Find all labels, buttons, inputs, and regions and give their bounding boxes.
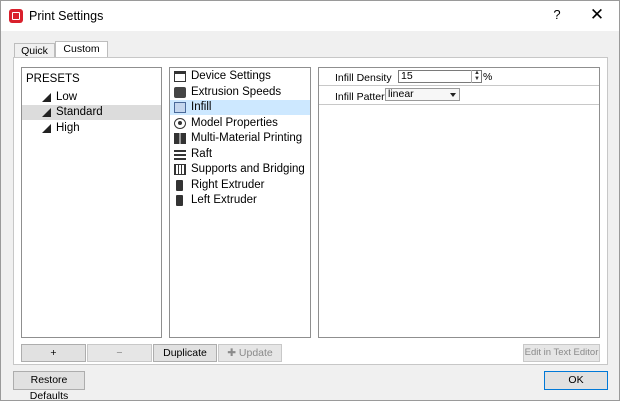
help-button[interactable]: ? [549, 7, 565, 25]
category-label: Device Settings [191, 70, 271, 82]
preset-level-icon [42, 124, 51, 133]
add-preset-button[interactable]: + [21, 344, 86, 362]
tab-quick[interactable]: Quick [14, 43, 55, 57]
infill-density-unit: % [483, 71, 493, 83]
chevron-down-icon [450, 93, 456, 97]
duplicate-button[interactable]: Duplicate [153, 344, 217, 362]
remove-preset-button[interactable]: − [87, 344, 152, 362]
extrusion-speed-icon [174, 87, 186, 98]
preset-label: Low [56, 91, 78, 103]
category-label: Infill [191, 101, 212, 113]
setting-row-infill-pattern: Infill Pattern linear [319, 86, 599, 105]
category-right-extruder[interactable]: Right Extruder [170, 178, 310, 193]
raft-icon [174, 149, 186, 160]
app-logo-icon [9, 9, 23, 23]
category-label: Left Extruder [191, 194, 257, 206]
extruder-icon [176, 195, 183, 206]
window-title: Print Settings [29, 9, 104, 23]
window-icon [174, 71, 186, 82]
supports-icon [174, 164, 186, 175]
category-extrusion-speeds[interactable]: Extrusion Speeds [170, 85, 310, 100]
print-settings-dialog: Print Settings ? ✕ Quick Custom PRESETS … [0, 0, 620, 401]
preset-item-standard[interactable]: Standard [22, 105, 161, 120]
setting-row-infill-density: Infill Density 15 ▲ ▼ % [319, 68, 599, 86]
multi-material-icon [174, 133, 186, 144]
category-label: Extrusion Speeds [191, 86, 282, 98]
close-button[interactable]: ✕ [587, 5, 607, 27]
presets-list: PRESETS Low Standard High [21, 67, 162, 338]
infill-density-spinner[interactable]: ▲ ▼ [471, 70, 482, 83]
category-left-extruder[interactable]: Left Extruder [170, 193, 310, 208]
preset-level-icon [42, 93, 51, 102]
preset-item-high[interactable]: High [22, 121, 161, 136]
infill-pattern-value: linear [388, 88, 414, 100]
infill-cube-icon [174, 102, 186, 113]
category-label: Raft [191, 148, 213, 160]
preset-level-icon [42, 108, 51, 117]
infill-pattern-dropdown[interactable]: linear [385, 88, 460, 101]
tab-custom[interactable]: Custom [55, 41, 108, 58]
category-label: Model Properties [191, 117, 278, 129]
category-label: Supports and Bridging [191, 163, 305, 175]
update-button[interactable]: ✚ Update [218, 344, 282, 362]
category-supports-and-bridging[interactable]: Supports and Bridging [170, 162, 310, 177]
settings-category-list: Device Settings Extrusion Speeds Infill … [169, 67, 311, 338]
infill-pattern-label: Infill Pattern [335, 91, 391, 103]
infill-density-label: Infill Density [335, 72, 392, 84]
preset-label: Standard [56, 106, 103, 118]
category-infill[interactable]: Infill [170, 100, 310, 115]
presets-header: PRESETS [26, 73, 80, 85]
ok-button[interactable]: OK [544, 371, 608, 390]
restore-defaults-button[interactable]: Restore Defaults [13, 371, 85, 401]
edit-in-text-editor-button[interactable]: Edit in Text Editor [523, 344, 600, 362]
category-device-settings[interactable]: Device Settings [170, 69, 310, 84]
eye-icon [174, 118, 186, 129]
infill-density-input[interactable]: 15 [398, 70, 482, 83]
title-bar: Print Settings ? ✕ [1, 1, 619, 31]
category-model-properties[interactable]: Model Properties [170, 116, 310, 131]
settings-editor: Infill Density 15 ▲ ▼ % Infill Pattern li… [318, 67, 600, 338]
category-multi-material-printing[interactable]: Multi-Material Printing [170, 131, 310, 146]
preset-label: High [56, 122, 80, 134]
category-raft[interactable]: Raft [170, 147, 310, 162]
extruder-icon [176, 180, 183, 191]
category-label: Right Extruder [191, 179, 265, 191]
preset-item-low[interactable]: Low [22, 90, 161, 105]
category-label: Multi-Material Printing [191, 132, 303, 144]
